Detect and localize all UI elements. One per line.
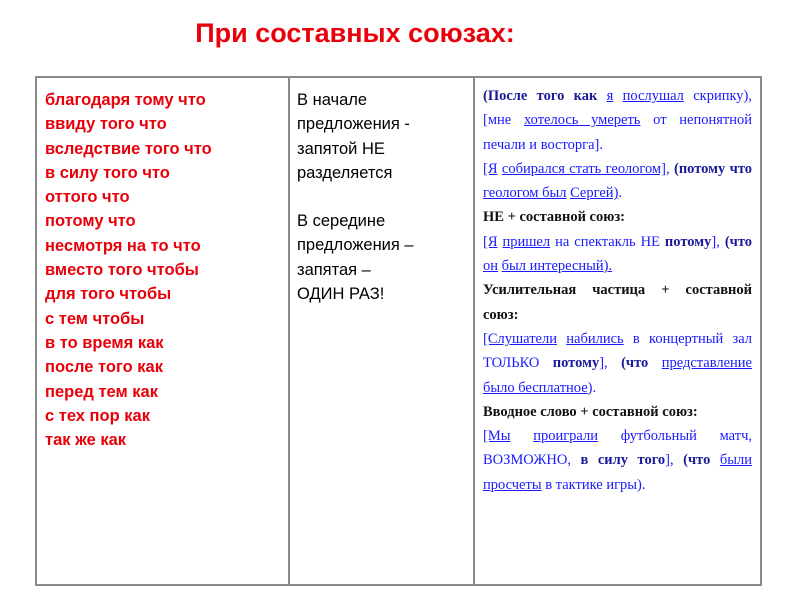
text-segment: просчеты [483, 476, 542, 493]
text-segment [710, 452, 720, 468]
rule-line: разделяется [297, 163, 393, 182]
rule-line: предложения – [297, 236, 414, 255]
text-segment [510, 428, 533, 444]
example-heading: Вводное слово + составной союз: [483, 400, 752, 424]
conjunction-item: оттого что [45, 188, 130, 207]
conjunction-item: благодаря тому что [45, 91, 206, 109]
text-segment: НЕ + составной союз: [483, 209, 625, 226]
rule-line: запятая – [297, 260, 371, 279]
text-segment: Вводное слово + составной союз: [483, 403, 698, 420]
text-segment: проиграли [533, 428, 598, 445]
text-segment: послушал [622, 88, 684, 104]
text-segment: потому [552, 355, 600, 372]
text-segment [557, 331, 566, 347]
text-segment: (потому что [673, 160, 753, 177]
text-segment: ], [665, 452, 684, 469]
text-segment: геологом был [483, 185, 567, 202]
conjunction-item: потому что [45, 212, 136, 231]
text-segment: ], [711, 233, 725, 250]
example-sentence: [Я собирался стать геологом], (потому чт… [483, 157, 752, 206]
text-segment: представление [661, 355, 752, 372]
text-segment [648, 355, 661, 371]
conjunction-item: перед тем как [45, 382, 158, 401]
text-segment: в тактике игры). [541, 476, 646, 493]
example-sentence: [Слушатели набились в концертный зал ТОЛ… [483, 327, 752, 400]
text-segment: (что [724, 233, 753, 250]
text-segment: на спектакль НЕ [550, 233, 665, 250]
example-heading: НЕ + составной союз: [483, 205, 752, 229]
conjunction-item: с тем чтобы [45, 309, 145, 328]
example-sentence: [Я пришел на спектакль НЕ потому], (что … [483, 230, 752, 279]
rule-line: запятой НЕ [297, 139, 385, 158]
text-segment: , [665, 160, 674, 177]
slide-title: При составных союзах: [195, 18, 515, 48]
rule-line: ОДИН РАЗ! [297, 285, 385, 304]
conjunction-item: несмотря на то что [45, 236, 201, 255]
text-segment: в силу того [580, 452, 666, 469]
text-segment: было бесплатное [483, 379, 588, 396]
punctuation-rule: В начале предложения - запятой НЕ разделяет… [288, 76, 475, 586]
conjunction-item: вследствие того что [45, 139, 212, 158]
text-segment: пришел [502, 233, 551, 250]
conjunction-item: вместо того чтобы [45, 261, 199, 280]
example-sentence: [Мы проиграли футбольный матч, ВОЗМОЖНО,… [483, 424, 752, 497]
text-segment [597, 88, 606, 104]
text-segment: [Мы [483, 428, 511, 445]
rule-line: В начале [297, 91, 368, 109]
text-segment: был интересный). [501, 258, 613, 275]
text-segment: (После того как [483, 88, 598, 104]
text-segment: собирался стать геологом] [501, 160, 666, 177]
conjunction-list: благодаря тому что ввиду того что вследств… [35, 76, 290, 586]
rule-middle: В середине предложения – запятая – ОДИН РАЗ… [297, 209, 467, 306]
text-segment: (что [683, 452, 711, 469]
text-segment: [Я [483, 160, 498, 177]
examples: (После того как я послушал скрипку), [мн… [473, 76, 762, 586]
conjunction-item: для того чтобы [45, 285, 172, 304]
text-segment: ], [599, 355, 622, 372]
text-segment: [Слушатели [483, 330, 557, 347]
text-segment: ). [587, 379, 597, 396]
conjunction-item: в силу того что [45, 163, 170, 182]
text-segment: (что [621, 355, 649, 372]
conjunction-item: так же как [45, 431, 127, 450]
text-segment: Усилительная частица + составной союз: [483, 282, 752, 323]
example-sentence: (После того как я послушал скрипку), [мн… [483, 84, 752, 157]
example-heading: Усилительная частица + составной союз: [483, 278, 752, 327]
text-segment [613, 88, 622, 104]
conjunction-item: ввиду того что [45, 115, 167, 134]
conjunctions-table: благодаря тому что ввиду того что вследств… [35, 76, 762, 586]
text-segment: набились [566, 330, 624, 347]
text-segment: были [719, 452, 752, 469]
text-segment: . [618, 185, 623, 202]
text-segment: потому [664, 233, 712, 250]
conjunction-item: с тех пор как [45, 406, 150, 425]
text-segment: хотелось умереть [523, 112, 641, 129]
rule-line: В середине [297, 212, 386, 231]
rule-start: В начале предложения - запятой НЕ разделяет… [297, 88, 467, 185]
text-segment: он [483, 258, 499, 275]
conjunction-item: после того как [45, 358, 163, 377]
rule-line: предложения - [297, 115, 410, 134]
conjunction-item: в то время как [45, 333, 164, 352]
text-segment: [Я [483, 233, 498, 250]
text-segment: Сергей) [570, 185, 619, 202]
